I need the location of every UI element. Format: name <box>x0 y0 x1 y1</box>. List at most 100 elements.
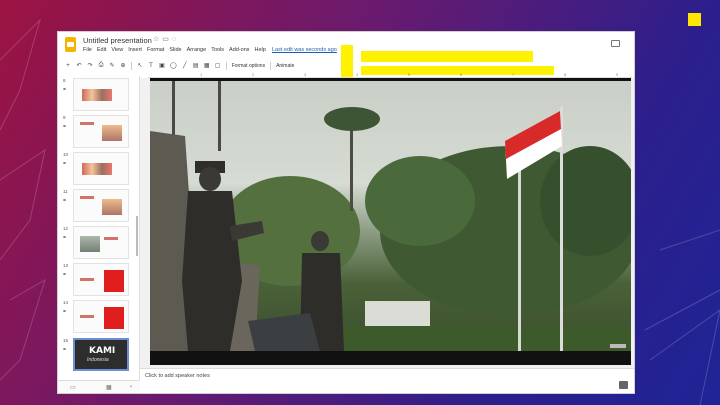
menu-view[interactable]: View <box>111 47 123 53</box>
slide-number: 13 <box>63 263 69 268</box>
thumbnail-image <box>80 236 100 252</box>
menu-tools[interactable]: Tools <box>211 47 224 53</box>
menu-help[interactable]: Help <box>255 47 266 53</box>
thumbnail-image <box>82 163 112 175</box>
menu-slide[interactable]: Slide <box>169 47 181 53</box>
thumbnail-text <box>80 278 94 281</box>
accent-square <box>688 13 701 26</box>
filmstrip-slide[interactable]: 10 ⚭ <box>58 152 139 188</box>
menu-file[interactable]: File <box>83 47 92 53</box>
menu-arrange[interactable]: Arrange <box>187 47 207 53</box>
ruler-tick: 6 <box>460 72 463 77</box>
list-view-icon[interactable]: ▦ <box>106 384 112 391</box>
slide-thumbnail[interactable] <box>73 78 129 111</box>
slide-number: 12 <box>63 226 69 231</box>
comments-icon[interactable] <box>611 40 620 47</box>
slide-thumbnail[interactable] <box>73 263 129 296</box>
link-icon: ⚭ <box>62 198 68 204</box>
border-icon[interactable]: ▦ <box>204 62 210 69</box>
tree-canopy <box>365 156 475 246</box>
toolbar-divider <box>225 61 227 70</box>
shape-icon[interactable]: ◯ <box>170 62 177 69</box>
slide-thumbnail[interactable] <box>73 115 129 148</box>
slide-thumbnail-active[interactable]: KAMI Indonesia <box>73 338 129 371</box>
link-icon: ⚭ <box>62 161 68 167</box>
collapse-panel-icon[interactable]: ‹ <box>130 384 132 390</box>
paint-format-icon[interactable]: ✎ <box>109 62 115 69</box>
filmstrip-slide-selected[interactable]: 15 ⚭ KAMI Indonesia <box>58 338 139 374</box>
format-options-button[interactable]: Format options <box>232 63 265 69</box>
filmstrip-slide[interactable]: 8 ⚭ <box>58 78 139 114</box>
select-icon[interactable]: ↖ <box>137 62 143 69</box>
slide-number: 9 <box>63 115 66 120</box>
link-icon: ⚭ <box>62 309 68 315</box>
current-slide[interactable] <box>150 78 631 365</box>
filmstrip-slide[interactable]: 9 ⚭ <box>58 115 139 151</box>
thumbnail-image <box>82 89 112 101</box>
thumbnail-image <box>104 270 124 292</box>
print-icon[interactable]: ⎙ <box>98 62 104 69</box>
slide-thumbnail[interactable] <box>73 300 129 333</box>
slide-number: 15 <box>63 338 69 343</box>
statue-body <box>182 191 242 351</box>
last-edit-link[interactable]: Last edit was seconds ago <box>272 47 337 53</box>
ruler-tick: 1 <box>200 72 203 77</box>
toolbar-divider <box>270 61 272 70</box>
slide-thumbnail[interactable] <box>73 226 129 259</box>
slides-logo-icon[interactable] <box>65 37 76 52</box>
filmstrip-slide[interactable]: 14 ⚭ <box>58 300 139 336</box>
slide-number: 10 <box>63 152 69 157</box>
grid-view-icon[interactable]: ▭ <box>70 384 76 391</box>
thumbnail-image <box>102 199 122 215</box>
title-icons: ☆▭◌ <box>153 35 179 43</box>
toolbar: + ↶ ↷ ⎙ ✎ ⊕ ↖ T ▣ ◯ ╱ ▤ ▦ ▢ Format optio… <box>65 60 345 71</box>
link-icon: ⚭ <box>62 124 68 130</box>
zoom-icon[interactable]: ⊕ <box>120 62 126 69</box>
link-icon: ⚭ <box>62 272 68 278</box>
star-icon[interactable]: ☆ <box>153 36 162 43</box>
animate-button[interactable]: Animate <box>276 63 294 69</box>
textbox-icon[interactable]: T <box>148 63 154 69</box>
menu-edit[interactable]: Edit <box>97 47 106 53</box>
menu-insert[interactable]: Insert <box>128 47 142 53</box>
statue-head <box>199 167 221 191</box>
slide-thumbnail[interactable] <box>73 189 129 222</box>
palm-trunk <box>350 121 353 211</box>
menu-format[interactable]: Format <box>147 47 164 53</box>
toolbar-divider <box>131 61 132 70</box>
link-icon: ⚭ <box>62 347 68 353</box>
filmstrip-scrollbar[interactable] <box>136 216 138 256</box>
slide-number: 8 <box>63 78 66 83</box>
plaque <box>248 313 320 351</box>
ruler-tick: 8 <box>564 72 567 77</box>
menu-addons[interactable]: Add-ons <box>229 47 250 53</box>
filmstrip-slide[interactable]: 12 ⚭ <box>58 226 139 262</box>
thumbnail-text <box>80 122 94 125</box>
document-title[interactable]: Untitled presentation <box>83 36 152 45</box>
ruler-tick: 9 <box>616 72 619 77</box>
slide-photo[interactable] <box>150 81 631 351</box>
thumbnail-image <box>104 307 124 329</box>
thumbnail-text <box>104 237 118 240</box>
palm-fronds <box>324 107 380 131</box>
undo-icon[interactable]: ↶ <box>76 62 82 69</box>
cloud-icon[interactable]: ◌ <box>172 36 179 43</box>
fill-color-icon[interactable]: ▤ <box>193 62 199 69</box>
explore-icon[interactable] <box>619 381 628 389</box>
filmstrip-footer: ▭ ▦ ‹ <box>58 380 140 393</box>
image-icon[interactable]: ▣ <box>159 62 165 69</box>
slide-number: 14 <box>63 300 69 305</box>
thumbnail-title: KAMI <box>89 346 116 356</box>
comment-icon[interactable]: ▢ <box>215 62 221 69</box>
slide-filmstrip: 8 ⚭ 9 ⚭ 10 ⚭ 11 ⚭ 12 ⚭ 13 ⚭ 14 ⚭ 15 ⚭ KA… <box>58 76 140 380</box>
slide-thumbnail[interactable] <box>73 152 129 185</box>
filmstrip-slide[interactable]: 11 ⚭ <box>58 189 139 225</box>
video-control-icon[interactable] <box>610 344 626 348</box>
redo-icon[interactable]: ↷ <box>87 62 93 69</box>
filmstrip-slide[interactable]: 13 ⚭ <box>58 263 139 299</box>
line-icon[interactable]: ╱ <box>182 62 188 69</box>
speaker-notes-field[interactable]: Click to add speaker notes <box>145 373 210 379</box>
new-slide-icon[interactable]: + <box>65 63 71 69</box>
folder-icon[interactable]: ▭ <box>162 36 172 43</box>
thumbnail-text <box>80 196 94 199</box>
